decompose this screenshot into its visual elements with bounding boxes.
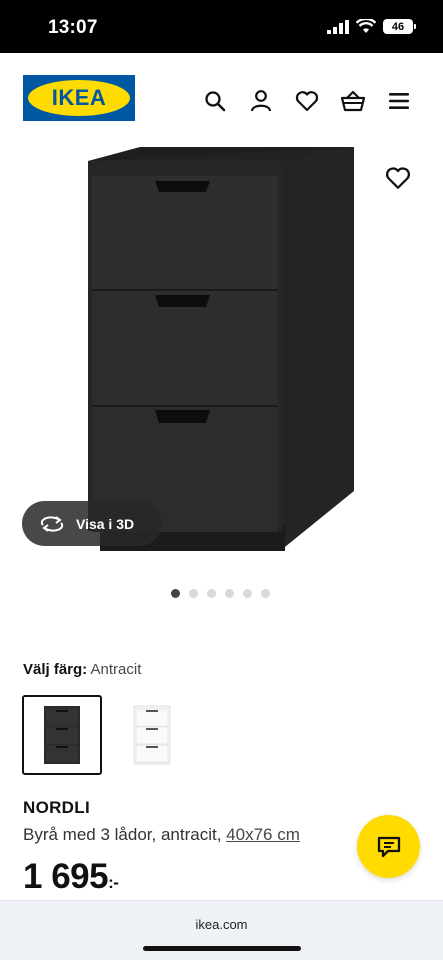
battery-icon: 46 xyxy=(383,19,416,34)
view-in-3d-button[interactable]: Visa i 3D xyxy=(22,501,162,546)
dresser-thumbnail-black xyxy=(44,706,80,764)
product-description: Byrå med 3 lådor, antracit, 40x76 cm xyxy=(23,825,300,845)
menu-icon[interactable] xyxy=(385,87,413,115)
price-suffix: :- xyxy=(108,873,119,892)
product-price: 1 695:- xyxy=(23,857,119,897)
gallery-dot[interactable] xyxy=(261,589,270,598)
gallery-dot[interactable] xyxy=(189,589,198,598)
gallery-dot[interactable] xyxy=(243,589,252,598)
signal-icon xyxy=(327,19,349,34)
home-indicator[interactable] xyxy=(143,946,301,951)
dresser-thumbnail-white xyxy=(133,705,171,765)
color-selection-label: Välj färg: Antracit xyxy=(23,661,141,678)
account-icon[interactable] xyxy=(247,87,275,115)
gallery-dot[interactable] xyxy=(207,589,216,598)
color-value: Antracit xyxy=(90,661,142,678)
product-measure-link[interactable]: 40x76 cm xyxy=(226,825,300,844)
logo-oval: IKEA xyxy=(28,80,130,116)
site-header: IKEA xyxy=(0,53,443,139)
color-label: Välj färg: xyxy=(23,661,88,678)
search-icon[interactable] xyxy=(201,87,229,115)
product-name: NORDLI xyxy=(23,798,90,817)
status-bar: 13:07 46 xyxy=(0,0,443,53)
ikea-logo[interactable]: IKEA xyxy=(23,75,135,121)
battery-level: 46 xyxy=(391,20,405,33)
browser-url[interactable]: ikea.com xyxy=(0,917,443,932)
gallery-pagination xyxy=(171,589,270,598)
gallery-dot[interactable] xyxy=(225,589,234,598)
browser-bottom-bar: ikea.com xyxy=(0,900,443,960)
logo-text: IKEA xyxy=(51,85,107,110)
view-in-3d-label: Visa i 3D xyxy=(76,515,135,532)
color-option-antracit[interactable] xyxy=(22,695,102,775)
status-time: 13:07 xyxy=(48,17,98,38)
color-option-white[interactable] xyxy=(112,695,192,775)
gallery-dot[interactable] xyxy=(171,589,180,598)
chat-icon xyxy=(377,836,400,857)
chat-button[interactable] xyxy=(357,815,420,878)
basket-icon[interactable] xyxy=(339,87,367,115)
rotate-3d-icon xyxy=(40,515,64,532)
status-icons: 46 xyxy=(327,19,416,34)
price-value: 1 695 xyxy=(23,857,109,896)
wifi-icon xyxy=(356,19,376,33)
header-actions xyxy=(201,87,413,115)
product-description-text: Byrå med 3 lådor, antracit, xyxy=(23,825,222,844)
heart-icon[interactable] xyxy=(293,87,321,115)
add-to-favourites-icon[interactable] xyxy=(385,166,411,192)
